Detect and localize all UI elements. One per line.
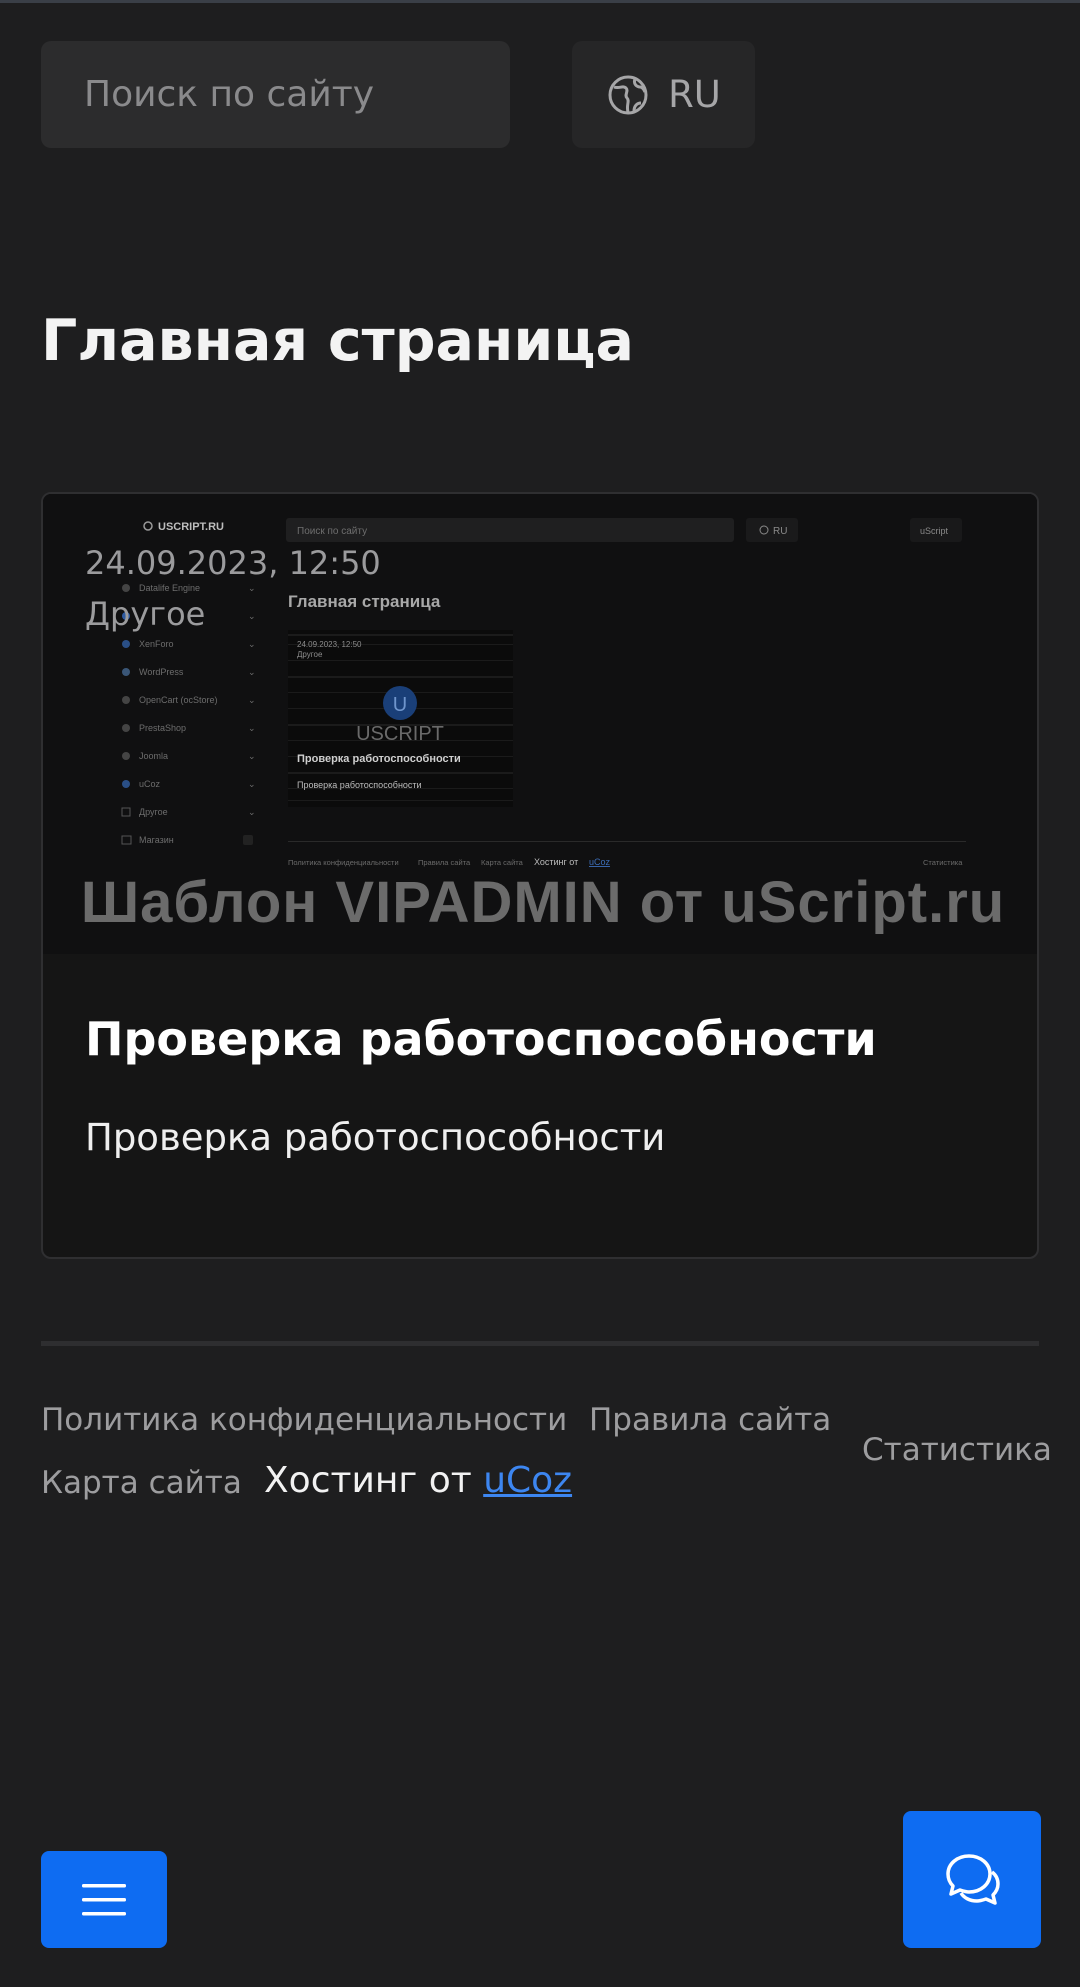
- hosting-prefix: Хостинг от: [264, 1460, 484, 1501]
- svg-text:⌄: ⌄: [248, 723, 256, 733]
- page-title: Главная страница: [41, 308, 635, 374]
- svg-text:⌄: ⌄: [248, 807, 256, 817]
- svg-text:⌄: ⌄: [248, 667, 256, 677]
- footer-link-privacy[interactable]: Политика конфиденциальности: [41, 1402, 567, 1438]
- svg-text:Joomla: Joomla: [139, 751, 168, 761]
- svg-text:Политика конфиденциальности: Политика конфиденциальности: [288, 858, 399, 867]
- footer-link-stats[interactable]: Статистика: [862, 1432, 1052, 1468]
- svg-text:USCRIPT: USCRIPT: [356, 723, 444, 745]
- post-date: 24.09.2023, 12:50: [85, 544, 381, 582]
- svg-text:uCoz: uCoz: [589, 857, 611, 867]
- svg-text:⌄: ⌄: [248, 695, 256, 705]
- svg-text:Проверка работоспособности: Проверка работоспособности: [297, 753, 461, 765]
- post-card[interactable]: USCRIPT.RU Поиск по сайту RU uScript Гла…: [41, 492, 1039, 1259]
- hosting-link[interactable]: uCoz: [483, 1460, 572, 1501]
- hosting-credit: Хостинг от uCoz: [264, 1460, 572, 1501]
- svg-text:Карта сайта: Карта сайта: [481, 858, 524, 867]
- post-preview-image: USCRIPT.RU Поиск по сайту RU uScript Гла…: [43, 494, 1037, 954]
- search-field[interactable]: [41, 41, 510, 148]
- svg-text:Хостинг от: Хостинг от: [534, 857, 578, 867]
- svg-text:uCoz: uCoz: [139, 779, 161, 789]
- svg-text:24.09.2023, 12:50: 24.09.2023, 12:50: [297, 640, 362, 649]
- svg-text:RU: RU: [773, 526, 787, 537]
- globe-icon: [608, 75, 648, 114]
- svg-text:Правила сайта: Правила сайта: [418, 858, 471, 867]
- svg-text:USCRIPT.RU: USCRIPT.RU: [158, 521, 224, 533]
- svg-text:⌄: ⌄: [248, 751, 256, 761]
- svg-text:Поиск по сайту: Поиск по сайту: [297, 526, 367, 537]
- menu-button[interactable]: [41, 1851, 167, 1948]
- post-meta: 24.09.2023, 12:50 Другое: [85, 538, 381, 640]
- post-description: Проверка работоспособности: [85, 1116, 666, 1159]
- svg-text:WordPress: WordPress: [139, 667, 184, 677]
- svg-text:Статистика: Статистика: [923, 858, 963, 867]
- chat-button[interactable]: [903, 1811, 1041, 1948]
- footer-link-rules[interactable]: Правила сайта: [589, 1402, 831, 1438]
- svg-text:Другое: Другое: [139, 807, 168, 817]
- search-input[interactable]: [82, 73, 510, 116]
- chat-bubbles-icon: [946, 1853, 1000, 1905]
- hamburger-menu-icon: [82, 1883, 126, 1915]
- svg-text:Другое: Другое: [297, 650, 323, 659]
- top-border: [0, 0, 1080, 3]
- svg-text:PrestaShop: PrestaShop: [139, 723, 186, 733]
- footer-link-sitemap[interactable]: Карта сайта: [41, 1465, 242, 1501]
- post-title[interactable]: Проверка работоспособности: [85, 1012, 877, 1066]
- svg-text:Магазин: Магазин: [139, 835, 174, 845]
- svg-text:OpenCart (ocStore): OpenCart (ocStore): [139, 695, 218, 705]
- svg-text:Проверка работоспособности: Проверка работоспособности: [297, 780, 422, 790]
- svg-text:uScript: uScript: [920, 526, 949, 536]
- svg-text:XenForo: XenForo: [139, 639, 174, 649]
- footer-divider: [41, 1341, 1039, 1346]
- svg-text:U: U: [393, 694, 407, 716]
- language-button[interactable]: RU: [572, 41, 755, 148]
- post-category: Другое: [85, 595, 206, 633]
- preview-watermark: Шаблон VIPADMIN от uScript.ru: [80, 870, 1006, 935]
- svg-text:⌄: ⌄: [248, 779, 256, 789]
- svg-text:⌄: ⌄: [248, 639, 256, 649]
- language-label: RU: [668, 73, 721, 116]
